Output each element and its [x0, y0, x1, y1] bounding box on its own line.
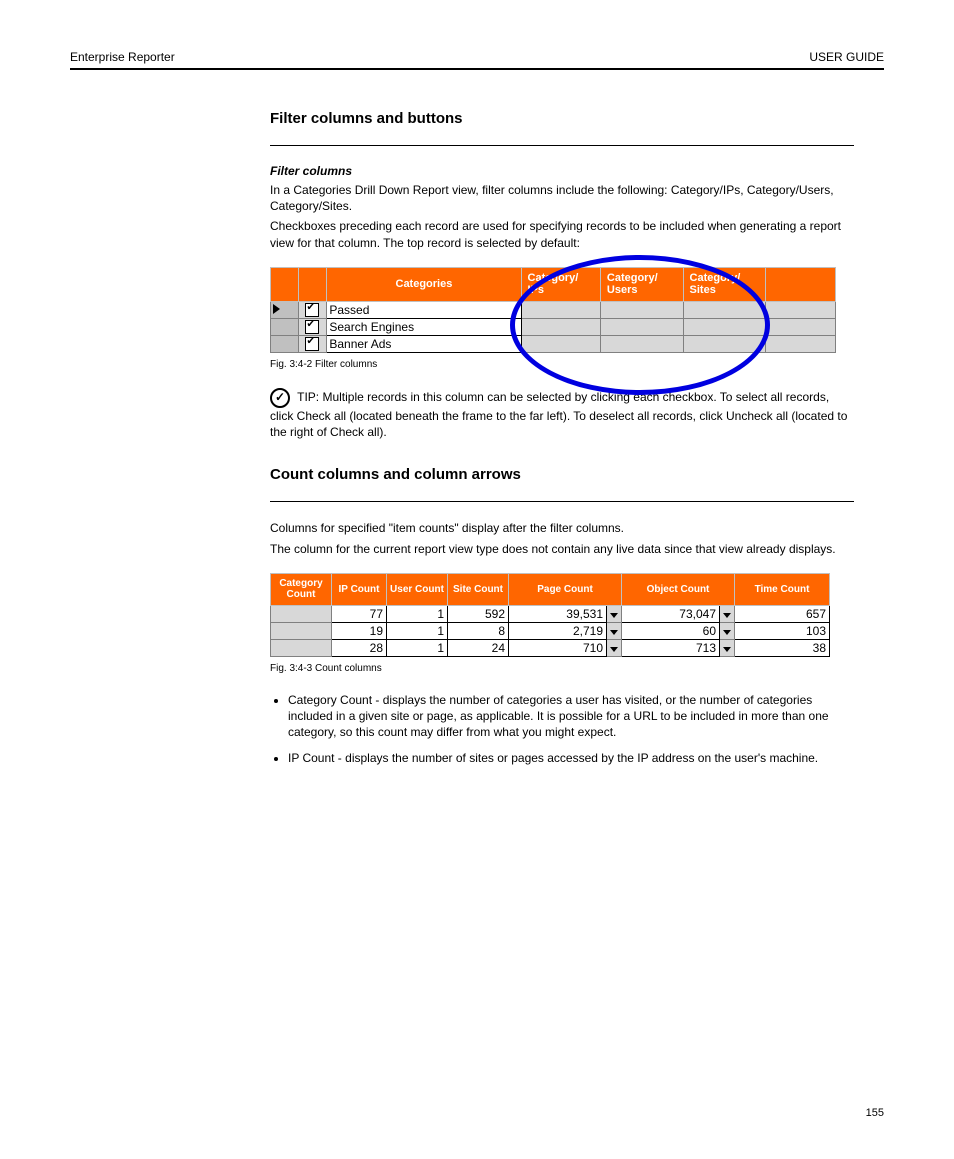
col-sites[interactable]: Category/ Sites: [683, 267, 766, 301]
col-ips[interactable]: Category/ IPs: [521, 267, 600, 301]
col-category-count: Category Count: [271, 573, 332, 605]
row-name: Banner Ads: [327, 336, 521, 353]
list-item: Category Count - displays the number of …: [288, 692, 854, 741]
row-checkbox[interactable]: [305, 337, 319, 351]
page-number: 155: [866, 1107, 884, 1119]
cell-time: 657: [735, 605, 830, 622]
counts-table: Category Count IP Count User Count Site …: [270, 573, 830, 657]
section1-para1: In a Categories Drill Down Report view, …: [270, 182, 854, 214]
cell-object: 73,047: [622, 605, 720, 622]
table-row[interactable]: Passed: [271, 302, 836, 319]
row-checkbox[interactable]: [305, 303, 319, 317]
col-time-count: Time Count: [735, 573, 830, 605]
divider: [270, 145, 854, 146]
section2-para2: The column for the current report view t…: [270, 541, 854, 557]
section2-title: Count columns and column arrows: [270, 466, 854, 483]
col-ip-count: IP Count: [332, 573, 387, 605]
cell-page: 39,531: [509, 605, 607, 622]
cell-ip: 77: [332, 605, 387, 622]
list-item: IP Count - displays the number of sites …: [288, 750, 854, 766]
cell-user: 1: [387, 605, 448, 622]
col-categories: Categories: [327, 267, 521, 301]
categories-table-wrap: Categories Category/ IPs Category/ Users…: [270, 267, 854, 353]
header-right: USER GUIDE: [809, 50, 884, 64]
col-page-count: Page Count: [509, 573, 622, 605]
col-users[interactable]: Category/ Users: [600, 267, 683, 301]
fig1-caption: Fig. 3:4-2 Filter columns: [270, 359, 854, 370]
section1-para2: Checkboxes preceding each record are use…: [270, 218, 854, 250]
divider: [270, 501, 854, 502]
col-site-count: Site Count: [448, 573, 509, 605]
categories-table: Categories Category/ IPs Category/ Users…: [270, 267, 836, 353]
dropdown-icon[interactable]: [723, 613, 731, 618]
row-name: Passed: [327, 302, 521, 319]
row-pointer-icon: [273, 304, 280, 314]
section1-subtitle: Filter columns: [270, 164, 854, 178]
page-header: Enterprise Reporter USER GUIDE: [70, 50, 884, 70]
dropdown-icon[interactable]: [723, 630, 731, 635]
col-object-count: Object Count: [622, 573, 735, 605]
tip-text: ✓ TIP: Multiple records in this column c…: [270, 388, 854, 440]
section2-para1: Columns for specified "item counts" disp…: [270, 520, 854, 536]
cell-empty: [271, 605, 332, 622]
dropdown-icon[interactable]: [610, 630, 618, 635]
section1-title: Filter columns and buttons: [270, 110, 854, 127]
table-row: 28 1 24 710 713 38: [271, 639, 830, 656]
dropdown-icon[interactable]: [610, 613, 618, 618]
bullet-list: Category Count - displays the number of …: [270, 692, 854, 767]
table-row: 19 1 8 2,719 60 103: [271, 622, 830, 639]
table-row[interactable]: Search Engines: [271, 319, 836, 336]
header-left: Enterprise Reporter: [70, 50, 175, 64]
col-user-count: User Count: [387, 573, 448, 605]
cell-site: 592: [448, 605, 509, 622]
table-row: 77 1 592 39,531 73,047 657: [271, 605, 830, 622]
row-name: Search Engines: [327, 319, 521, 336]
dropdown-icon[interactable]: [723, 647, 731, 652]
dropdown-icon[interactable]: [610, 647, 618, 652]
fig2-caption: Fig. 3:4-3 Count columns: [270, 663, 854, 674]
tip-icon: ✓: [270, 388, 290, 408]
table-row[interactable]: Banner Ads: [271, 336, 836, 353]
row-checkbox[interactable]: [305, 320, 319, 334]
